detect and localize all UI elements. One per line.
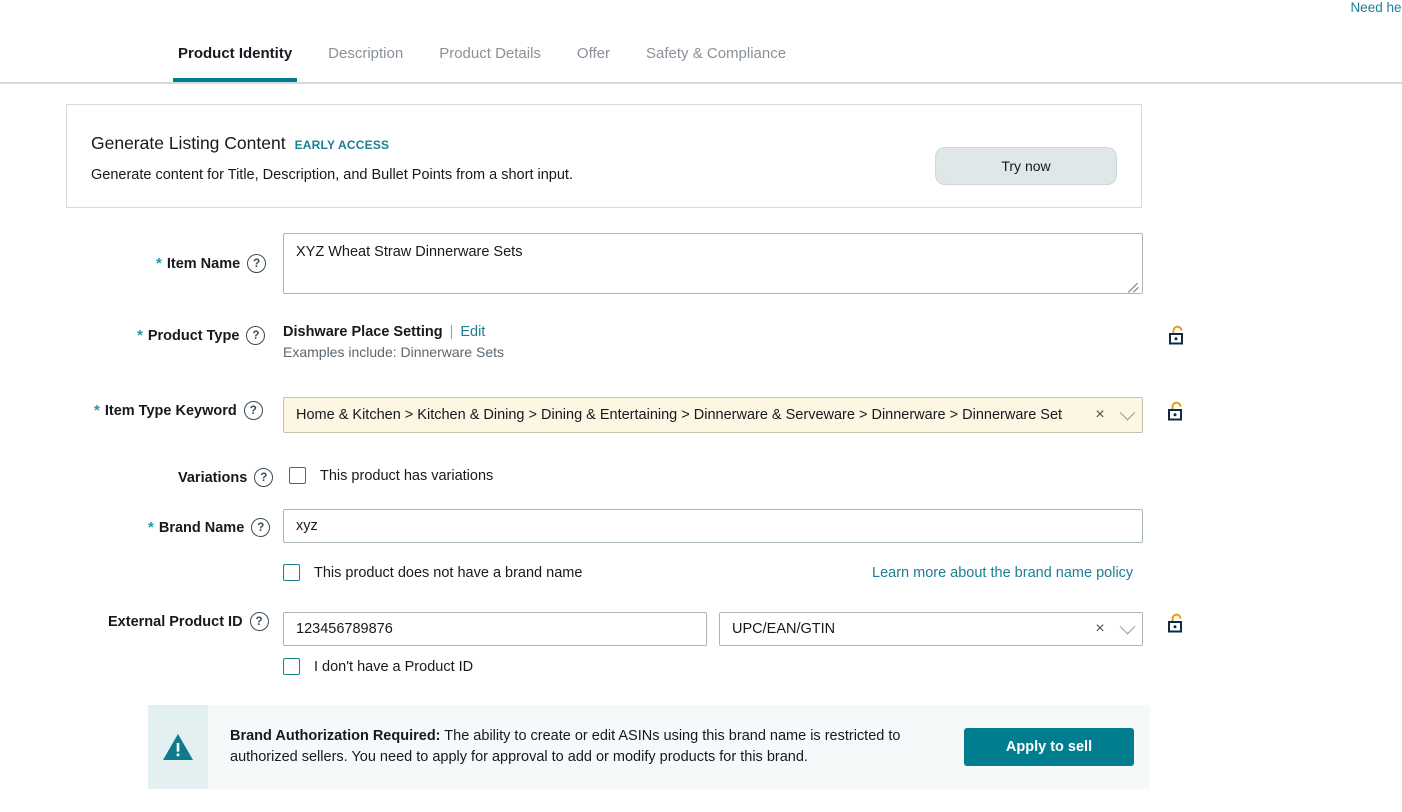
need-help-link[interactable]: Need help [1350, 0, 1402, 15]
product-type-label: Product Type [148, 328, 240, 344]
early-access-badge: EARLY ACCESS [295, 138, 390, 152]
external-product-id-input[interactable] [283, 612, 707, 646]
lock-icon-external-product-id[interactable] [1166, 612, 1188, 636]
clear-icon-item-type-keyword[interactable]: × [1088, 406, 1112, 424]
lock-icon-product-type[interactable] [1167, 324, 1189, 348]
no-brand-name-label[interactable]: This product does not have a brand name [314, 565, 582, 581]
tab-product-identity[interactable]: Product Identity [160, 26, 310, 80]
try-now-button[interactable]: Try now [935, 147, 1117, 185]
tab-bar: Product Identity Description Product Det… [0, 26, 1402, 84]
tab-description[interactable]: Description [310, 26, 421, 80]
required-asterisk: * [156, 256, 162, 271]
brand-name-policy-link[interactable]: Learn more about the brand name policy [872, 565, 1133, 581]
variations-label: Variations [178, 470, 247, 486]
brand-name-label: Brand Name [159, 520, 244, 536]
warning-triangle-icon [162, 733, 194, 762]
item-type-keyword-label-group: * Item Type Keyword ? [94, 401, 263, 420]
alert-title: Brand Authorization Required: [230, 728, 441, 744]
product-type-label-group: * Product Type ? [137, 326, 265, 345]
item-type-keyword-select[interactable]: Home & Kitchen > Kitchen & Dining > Dini… [283, 397, 1143, 433]
no-product-id-checkbox[interactable] [283, 658, 300, 675]
item-name-input[interactable] [283, 233, 1143, 294]
generate-listing-title-group: Generate Listing Content EARLY ACCESS [91, 133, 389, 154]
tab-offer[interactable]: Offer [559, 26, 628, 80]
variations-checkbox[interactable] [289, 467, 306, 484]
chevron-down-icon-item-type-keyword[interactable] [1112, 410, 1142, 421]
item-name-label-group: * Item Name ? [156, 254, 266, 273]
brand-name-input[interactable] [283, 509, 1143, 543]
external-product-id-label-group: External Product ID ? [108, 612, 269, 631]
generate-listing-subtitle: Generate content for Title, Description,… [91, 167, 573, 183]
required-asterisk: * [148, 520, 154, 535]
external-product-id-type-value: UPC/EAN/GTIN [720, 621, 1088, 637]
item-name-label: Item Name [167, 256, 240, 272]
product-type-separator: | [450, 324, 454, 340]
item-type-keyword-label: Item Type Keyword [105, 403, 237, 419]
help-icon-item-type-keyword[interactable]: ? [244, 401, 263, 420]
product-type-value: Dishware Place Setting [283, 324, 443, 340]
brand-authorization-alert: Brand Authorization Required: The abilit… [148, 705, 1150, 789]
help-icon-external-product-id[interactable]: ? [250, 612, 269, 631]
required-asterisk: * [94, 403, 100, 418]
no-brand-name-checkbox[interactable] [283, 564, 300, 581]
tab-safety-compliance[interactable]: Safety & Compliance [628, 26, 804, 80]
help-icon-variations[interactable]: ? [254, 468, 273, 487]
generate-listing-content-card: Generate Listing Content EARLY ACCESS Ge… [66, 104, 1142, 208]
alert-text: Brand Authorization Required: The abilit… [208, 726, 964, 767]
warning-icon-wrap [148, 705, 208, 789]
chevron-down-icon-external-product-id-type[interactable] [1112, 624, 1142, 635]
product-identity-page: Need help Product Identity Description P… [0, 0, 1402, 812]
tab-product-details[interactable]: Product Details [421, 26, 559, 80]
brand-name-label-group: * Brand Name ? [148, 518, 270, 537]
variations-checkbox-label[interactable]: This product has variations [320, 468, 493, 484]
apply-to-sell-button[interactable]: Apply to sell [964, 728, 1134, 766]
product-type-edit-link[interactable]: Edit [460, 324, 485, 340]
product-type-value-group: Dishware Place Setting | Edit [283, 324, 485, 340]
external-product-id-type-select[interactable]: UPC/EAN/GTIN × [719, 612, 1143, 646]
help-icon-product-type[interactable]: ? [246, 326, 265, 345]
lock-icon-item-type-keyword[interactable] [1166, 400, 1188, 424]
item-type-keyword-value: Home & Kitchen > Kitchen & Dining > Dini… [284, 407, 1088, 423]
clear-icon-external-product-id-type[interactable]: × [1088, 620, 1112, 638]
external-product-id-label: External Product ID [108, 614, 243, 630]
required-asterisk: * [137, 328, 143, 343]
help-icon-item-name[interactable]: ? [247, 254, 266, 273]
top-bar: Need help [0, 0, 1402, 26]
variations-label-group: Variations ? [178, 468, 273, 487]
no-product-id-label[interactable]: I don't have a Product ID [314, 659, 473, 675]
help-icon-brand-name[interactable]: ? [251, 518, 270, 537]
generate-listing-title: Generate Listing Content [91, 133, 286, 154]
product-type-examples: Examples include: Dinnerware Sets [283, 344, 504, 360]
